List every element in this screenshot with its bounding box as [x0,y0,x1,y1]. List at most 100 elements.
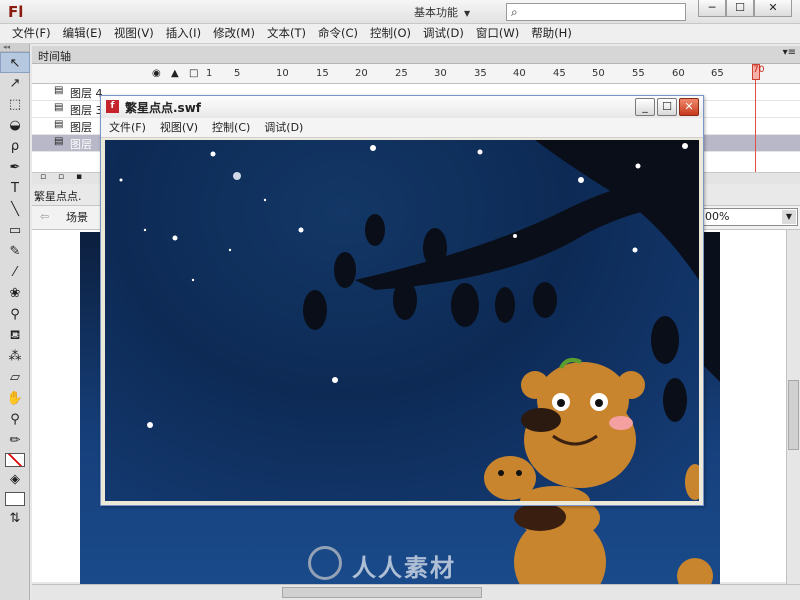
brush-tool-icon[interactable]: ⁄ [0,262,30,283]
hand-tool-icon[interactable]: ✋ [0,388,30,409]
workspace-switcher[interactable]: 基本功能 ▼ [414,4,494,21]
bear-nose [521,408,561,432]
pen-tool-icon[interactable]: ✒ [0,157,30,178]
menu-help[interactable]: 帮助(H) [531,24,572,43]
line-tool-icon[interactable]: ╲ [0,199,30,220]
layer-icon: ▤ [54,85,64,96]
swf-minimize-button[interactable]: _ [635,98,655,116]
swf-menu-view[interactable]: 视图(V) [160,118,198,137]
new-folder-icon[interactable]: ▫ [58,172,64,182]
bear-nose [514,503,566,531]
leaf [303,290,327,330]
layer-name: 图层 [70,121,92,134]
layer-name: 图层 [70,138,92,151]
eyedropper-tool-icon[interactable]: ⁂ [0,346,30,367]
subselect-tool-icon[interactable]: ↗ [0,73,30,94]
menu-control[interactable]: 控制(O) [370,24,411,43]
swf-menu-debug[interactable]: 调试(D) [264,118,303,137]
tools-panel: ◂◂ ↖ ↗ ⬚ ◒ ρ ✒ T ╲ ▭ ✎ ⁄ ❀ ⚲ ⛾ ⁂ ▱ ✋ ⚲ ✏… [0,44,30,600]
horizontal-scrollbar[interactable] [32,584,800,600]
lasso-tool-icon[interactable]: ρ [0,136,30,157]
lock-icon[interactable]: ▲ [171,68,179,79]
bear-pupil [595,399,603,407]
rectangle-tool-icon[interactable]: ▭ [0,220,30,241]
arrow-tool-icon[interactable]: ↖ [0,52,30,73]
paint-bucket-tool-icon[interactable]: ⛾ [0,325,30,346]
minimize-button[interactable]: ─ [698,0,726,17]
close-button[interactable]: ✕ [754,0,792,17]
bear-small-eye [498,470,504,476]
help-search-input[interactable]: ⌕ [506,3,686,21]
zoom-tool-icon[interactable]: ⚲ [0,409,30,430]
scroll-thumb[interactable] [788,380,799,450]
free-transform-tool-icon[interactable]: ⬚ [0,94,30,115]
stroke-color-icon[interactable]: ✏ [0,430,30,451]
panel-grip[interactable]: ◂◂ [0,44,29,52]
menu-debug[interactable]: 调试(D) [423,24,464,43]
star [298,227,304,233]
bone-tool-icon[interactable]: ⚲ [0,304,30,325]
leaf [495,287,515,323]
star [370,145,376,151]
watermark-logo [308,546,342,580]
eye-icon[interactable]: ◉ [152,68,161,79]
menu-edit[interactable]: 编辑(E) [63,24,102,43]
zoom-select[interactable]: 00% ▼ [700,208,798,226]
swf-maximize-button[interactable]: ☐ [657,98,677,116]
menu-text[interactable]: 文本(T) [267,24,306,43]
new-layer-icon[interactable]: ▫ [40,172,46,182]
menu-file[interactable]: 文件(F) [12,24,51,43]
scene-label[interactable]: 场景 [66,209,88,225]
star [477,149,483,155]
eraser-tool-icon[interactable]: ▱ [0,367,30,388]
flash-logo: Fl [8,3,24,21]
pencil-tool-icon[interactable]: ✎ [0,241,30,262]
deco-tool-icon[interactable]: ❀ [0,283,30,304]
leaf [334,252,356,288]
frame-number: 55 [632,68,645,79]
swf-menu-file[interactable]: 文件(F) [109,118,146,137]
tab-timeline[interactable]: 时间轴 [38,48,71,64]
frame-number: 15 [316,68,329,79]
menu-modify[interactable]: 修改(M) [213,24,255,43]
menu-commands[interactable]: 命令(C) [318,24,358,43]
workspace-label: 基本功能 [414,6,458,19]
swf-close-button[interactable]: ✕ [679,98,699,116]
menu-window[interactable]: 窗口(W) [476,24,519,43]
leaf [651,316,679,364]
swap-colors-icon[interactable]: ⇅ [0,508,30,529]
back-arrow-icon[interactable]: ⇦ [40,210,49,223]
stroke-color-swatch[interactable] [4,453,25,467]
text-tool-icon[interactable]: T [0,178,30,199]
frame-number: 1 [206,68,213,79]
menu-insert[interactable]: 插入(I) [166,24,201,43]
swf-player-window[interactable]: f 繁星点点.swf _ ☐ ✕ 文件(F) 视图(V) 控制(C) 调试(D) [100,95,704,506]
menu-view[interactable]: 视图(V) [114,24,154,43]
scroll-thumb[interactable] [282,587,482,598]
panel-menu-icon[interactable]: ▾≡ [783,47,796,58]
flash-ide-window: Fl 基本功能 ▼ ⌕ ─ ☐ ✕ 文件(F) 编辑(E) 视图(V) 插入(I)… [0,0,800,600]
frame-number: 35 [474,68,487,79]
frame-ruler[interactable]: 1 5 10 15 20 25 30 35 40 45 50 55 60 65 [32,64,800,84]
outline-icon[interactable]: □ [189,68,198,79]
layer-icon: ▤ [54,136,64,147]
fill-color-icon[interactable]: ◈ [0,469,30,490]
document-tab[interactable]: 繁星点点. [34,188,82,204]
trash-icon[interactable]: ▪ [76,172,82,182]
fill-color-swatch[interactable] [4,492,25,506]
swf-animation-canvas[interactable] [105,140,699,501]
swf-title-bar[interactable]: f 繁星点点.swf _ ☐ ✕ [101,96,703,118]
star [263,198,267,202]
frame-number: 40 [513,68,526,79]
3d-rotation-tool-icon[interactable]: ◒ [0,115,30,136]
star [172,235,178,241]
chevron-down-icon: ▼ [464,9,471,18]
leaf [393,280,417,320]
swf-menu-control[interactable]: 控制(C) [212,118,250,137]
timeline-panel-header: 时间轴 ▾≡ [32,46,800,64]
frame-number: 25 [395,68,408,79]
vertical-scrollbar[interactable] [786,230,800,586]
starry-night-scene [119,140,699,501]
playhead[interactable]: 70 [752,64,764,80]
maximize-button[interactable]: ☐ [726,0,754,17]
